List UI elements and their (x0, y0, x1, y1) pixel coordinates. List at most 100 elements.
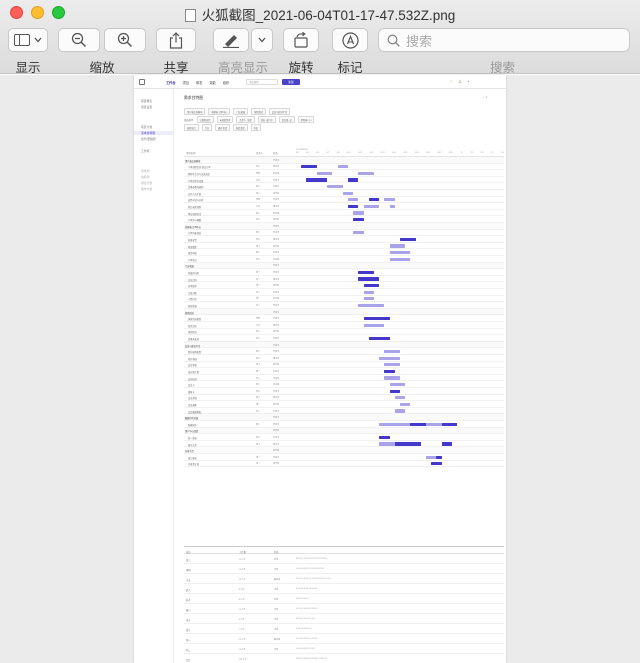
gantt-group-row[interactable]: 会员与积分平台 开发中 (184, 341, 504, 349)
sidebar-item[interactable]: 发布计划 (141, 187, 152, 191)
share-button[interactable] (156, 28, 196, 52)
gantt-bar[interactable] (379, 435, 390, 439)
zoom-out-button[interactable] (58, 28, 100, 52)
gantt-bar[interactable] (389, 257, 411, 261)
gantt-bar[interactable] (348, 204, 359, 208)
gantt-group-row[interactable]: 数据中台对接 开发中 (184, 414, 504, 421)
gantt-row[interactable]: 会员识别 孙二 测试中 (184, 276, 504, 283)
warning-icon[interactable]: ⚠ (450, 80, 452, 83)
sidebar-item[interactable]: 缺陷池 (141, 175, 149, 179)
sidebar-item[interactable]: 需求甘特图 (134, 131, 174, 135)
rotate-button[interactable] (283, 28, 319, 52)
gantt-row[interactable]: 优惠券发放 孙七 开发中 (184, 335, 504, 342)
filter-chip[interactable]: 优先级: 高 (278, 116, 295, 124)
gantt-bar[interactable] (394, 396, 406, 400)
gantt-row[interactable]: 满减活动配置 李四 开发中 (184, 315, 504, 322)
gantt-bar[interactable] (363, 204, 380, 208)
gantt-bar[interactable] (368, 198, 380, 202)
gantt-row[interactable]: 离线收银 孙二 开发中 (184, 302, 504, 309)
gantt-bar[interactable] (316, 171, 333, 175)
more-icon[interactable]: ⋯ ✕ (482, 96, 488, 99)
gantt-row[interactable]: 售后退款流程 王五 测试中 (184, 203, 504, 210)
gantt-bar[interactable] (389, 389, 400, 393)
search-input[interactable]: 搜索 (378, 28, 630, 52)
gantt-row[interactable]: 拼团活动 赵六 待开发 (184, 329, 504, 336)
gantt-row[interactable]: 下单流程优化-提交订单 张三 测试中 (184, 164, 504, 171)
highlight-menu-button[interactable] (251, 28, 273, 52)
gantt-bar[interactable] (389, 204, 395, 208)
gantt-bar[interactable] (363, 316, 390, 321)
gantt-row[interactable]: 积分商城 吴九 测试中 (184, 355, 504, 362)
gantt-bar[interactable] (348, 198, 359, 202)
view-chip[interactable]: 按周显示 (184, 124, 199, 132)
sidebar-item[interactable]: 工作项 (141, 149, 149, 153)
gantt-row[interactable]: 地址管理优化 赵六 已完成 (184, 210, 504, 217)
view-chip[interactable]: 今日 (201, 124, 213, 132)
gantt-row[interactable]: 会员卡 周八 已完成 (184, 381, 504, 388)
gantt-row[interactable]: 会员数据看板 孙二 开发中 (184, 408, 504, 415)
gantt-bar[interactable] (389, 244, 406, 248)
gantt-bar[interactable] (353, 211, 364, 215)
gantt-bar[interactable] (384, 369, 395, 373)
gantt-bar[interactable] (358, 303, 385, 307)
app-nav-item[interactable]: 组织 (223, 80, 229, 85)
gantt-bar[interactable] (363, 290, 374, 294)
gantt-row[interactable]: 支付方式扩展 张三 待开发 (184, 190, 504, 197)
gantt-bar[interactable] (342, 191, 354, 195)
bell-icon[interactable]: 🔔︎ (458, 80, 461, 83)
display-button[interactable] (8, 28, 48, 52)
gantt-row[interactable]: 优惠券叠加规则 赵六 开发中 (184, 183, 504, 190)
gantt-bar[interactable] (348, 178, 359, 182)
gantt-bar[interactable] (368, 336, 390, 340)
sidebar-item[interactable]: 项目概览 (141, 99, 152, 103)
gantt-row[interactable]: 会员权益 孙二 开发中 (184, 375, 504, 382)
gantt-bar[interactable] (358, 171, 374, 175)
gantt-row[interactable]: 购物车合并与失效商品 李四 已完成 (184, 170, 504, 177)
filter-chip[interactable]: 商家端-订单中心 (208, 108, 231, 116)
filter-chip[interactable]: 状态: 进行中 (257, 116, 276, 124)
sidebar-item[interactable]: 需求池 (141, 169, 149, 173)
gantt-bar[interactable] (363, 323, 385, 327)
gantt-bar[interactable] (400, 237, 416, 241)
gantt-row[interactable]: 会员等级 郑十 待开发 (184, 362, 504, 369)
sidebar-item[interactable]: 项目设置 (141, 105, 152, 109)
gantt-row[interactable]: 积分规则配置 周八 开发中 (184, 348, 504, 355)
markup-button[interactable] (332, 28, 368, 52)
filter-chip[interactable]: 已规划迭代 (196, 116, 214, 124)
gantt-row[interactable]: 数据同步 周八 开发中 (184, 421, 504, 428)
gantt-bar[interactable] (358, 270, 374, 274)
gantt-row[interactable]: 订单评价晒图 孙七 待开发 (184, 216, 504, 223)
highlight-button[interactable] (213, 28, 249, 52)
filter-chip[interactable]: 用户端交易模块 (184, 108, 206, 116)
gantt-row[interactable]: 退货审核 周八 开发中 (184, 249, 504, 256)
app-nav-item[interactable]: 工作台 (166, 80, 176, 85)
gantt-bar[interactable] (379, 356, 400, 360)
gantt-group-row[interactable]: 开放平台 待开发 (184, 447, 504, 454)
gantt-bar[interactable] (441, 442, 452, 446)
gantt-bar[interactable] (436, 455, 442, 459)
view-chip[interactable]: 展开全部 (215, 124, 230, 132)
gantt-bar[interactable] (389, 250, 411, 255)
sidebar-item[interactable]: 项目计划 (141, 125, 152, 129)
gantt-bar[interactable] (337, 165, 348, 169)
app-nav-item[interactable]: 项目 (183, 80, 189, 85)
avatar[interactable]: ● (468, 80, 470, 83)
gantt-bar[interactable] (389, 382, 406, 387)
filter-chip[interactable]: 未规划需求 (216, 116, 234, 124)
gantt-row[interactable]: 接口鉴权 钱一 开发中 (184, 454, 504, 461)
gantt-bar[interactable] (410, 422, 426, 426)
gantt-bar[interactable] (384, 349, 400, 354)
gantt-row[interactable]: 统一登录 吴九 开发中 (184, 434, 504, 441)
gantt-bar[interactable] (384, 198, 395, 202)
gantt-row[interactable]: 会员营销 郑十 测试中 (184, 395, 504, 402)
app-nav-item[interactable]: 研发 (196, 80, 202, 85)
sidebar-item[interactable]: 迭代/里程碑 (141, 137, 156, 141)
gantt-row[interactable]: 发票申请与开具 李四 开发中 (184, 197, 504, 204)
app-search-input[interactable]: 全局搜索 (246, 79, 278, 85)
gantt-row[interactable]: 秒杀活动 王五 测试中 (184, 322, 504, 329)
gantt-row[interactable]: 订单导出 吴九 已完成 (184, 256, 504, 263)
sidebar-item[interactable]: 测试计划 (141, 181, 152, 185)
gantt-row[interactable]: 小票打印 钱一 已完成 (184, 296, 504, 303)
gantt-bar[interactable] (400, 402, 411, 406)
filter-chip[interactable]: 营销活动 (251, 108, 266, 116)
